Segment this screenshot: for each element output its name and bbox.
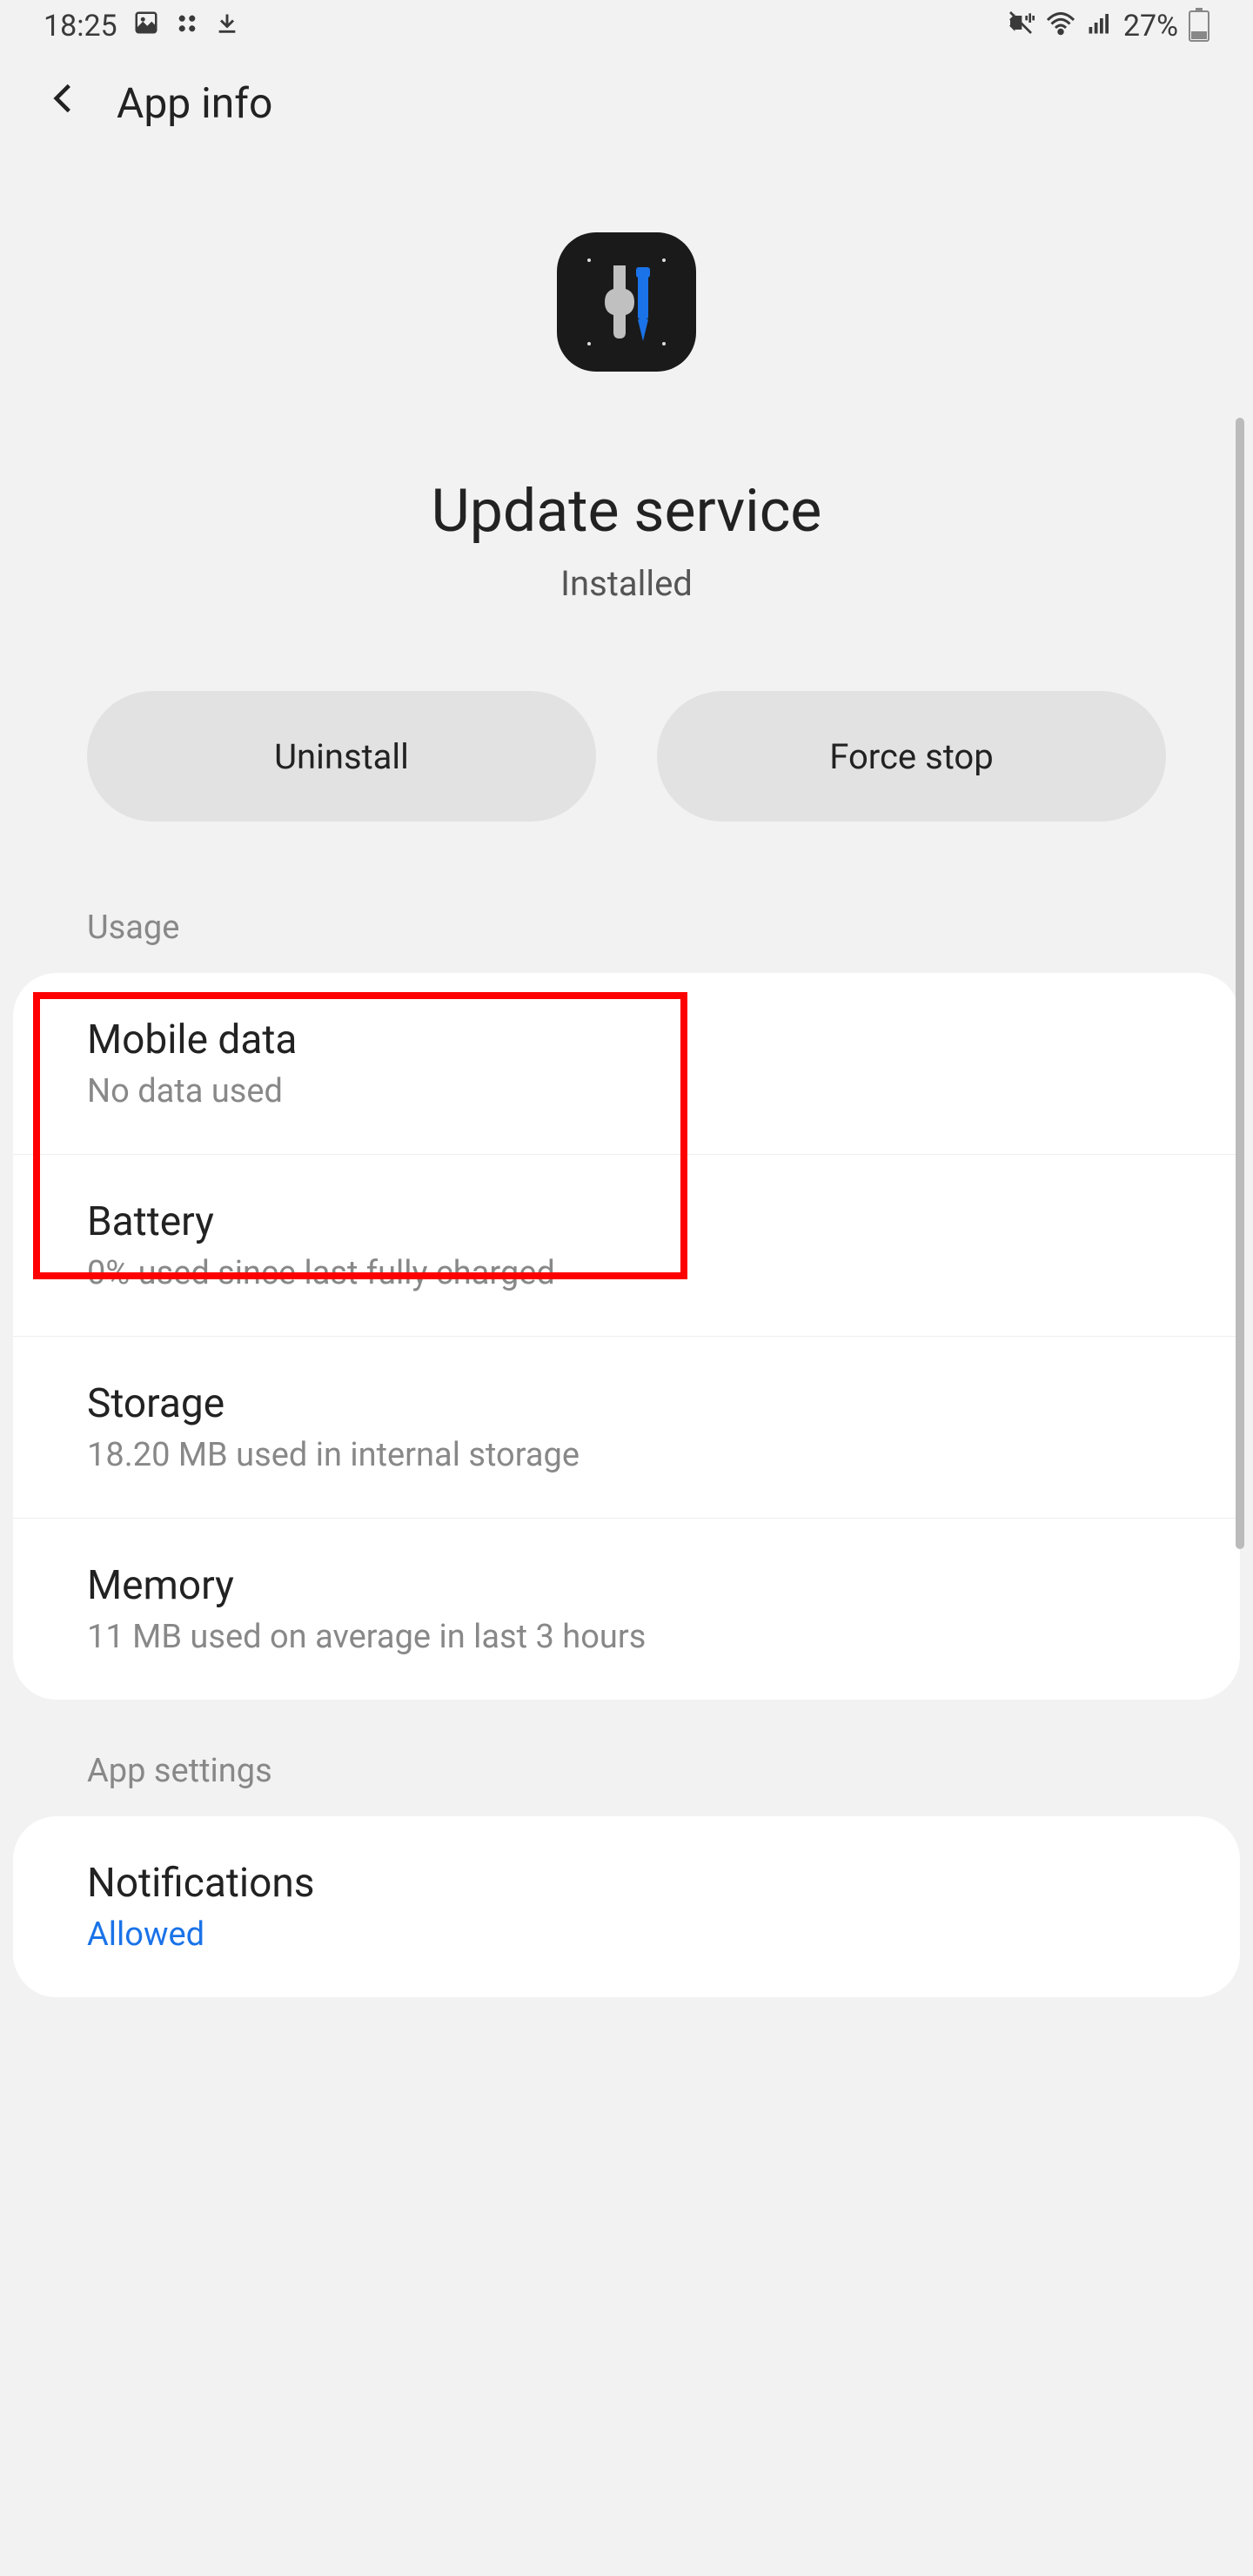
app-summary: Update service Installed	[0, 145, 1253, 639]
memory-subtitle: 11 MB used on average in last 3 hours	[87, 1618, 1166, 1656]
battery-icon	[1189, 10, 1209, 42]
app-settings-card: Notifications Allowed	[13, 1816, 1240, 1997]
image-icon	[133, 9, 159, 44]
memory-title: Memory	[87, 1562, 1166, 1609]
storage-item[interactable]: Storage 18.20 MB used in internal storag…	[13, 1337, 1240, 1519]
notifications-subtitle: Allowed	[87, 1915, 1166, 1954]
storage-subtitle: 18.20 MB used in internal storage	[87, 1436, 1166, 1474]
usage-section-label: Usage	[0, 856, 1253, 973]
vibrate-icon	[1007, 9, 1035, 44]
app-status: Installed	[560, 563, 693, 604]
app-icon	[557, 232, 696, 372]
back-button[interactable]	[44, 78, 82, 128]
scrollbar-track[interactable]	[1236, 418, 1244, 1549]
status-bar: 18:25 27%	[0, 0, 1253, 52]
uninstall-button[interactable]: Uninstall	[87, 691, 596, 822]
status-time: 18:25	[44, 9, 117, 44]
app-name: Update service	[432, 476, 822, 546]
status-right: 27%	[1007, 9, 1209, 44]
notifications-item[interactable]: Notifications Allowed	[13, 1816, 1240, 1997]
fan-icon	[175, 9, 199, 44]
download-icon	[215, 9, 239, 44]
storage-title: Storage	[87, 1380, 1166, 1427]
memory-item[interactable]: Memory 11 MB used on average in last 3 h…	[13, 1519, 1240, 1700]
highlight-annotation	[33, 992, 687, 1279]
action-buttons: Uninstall Force stop	[0, 639, 1253, 856]
page-title: App info	[117, 78, 272, 128]
battery-percent: 27%	[1123, 9, 1178, 44]
force-stop-button[interactable]: Force stop	[657, 691, 1166, 822]
wifi-icon	[1045, 9, 1076, 44]
signal-icon	[1087, 9, 1113, 44]
header: App info	[0, 52, 1253, 145]
app-settings-section-label: App settings	[0, 1700, 1253, 1816]
status-left: 18:25	[44, 9, 239, 44]
notifications-title: Notifications	[87, 1860, 1166, 1907]
